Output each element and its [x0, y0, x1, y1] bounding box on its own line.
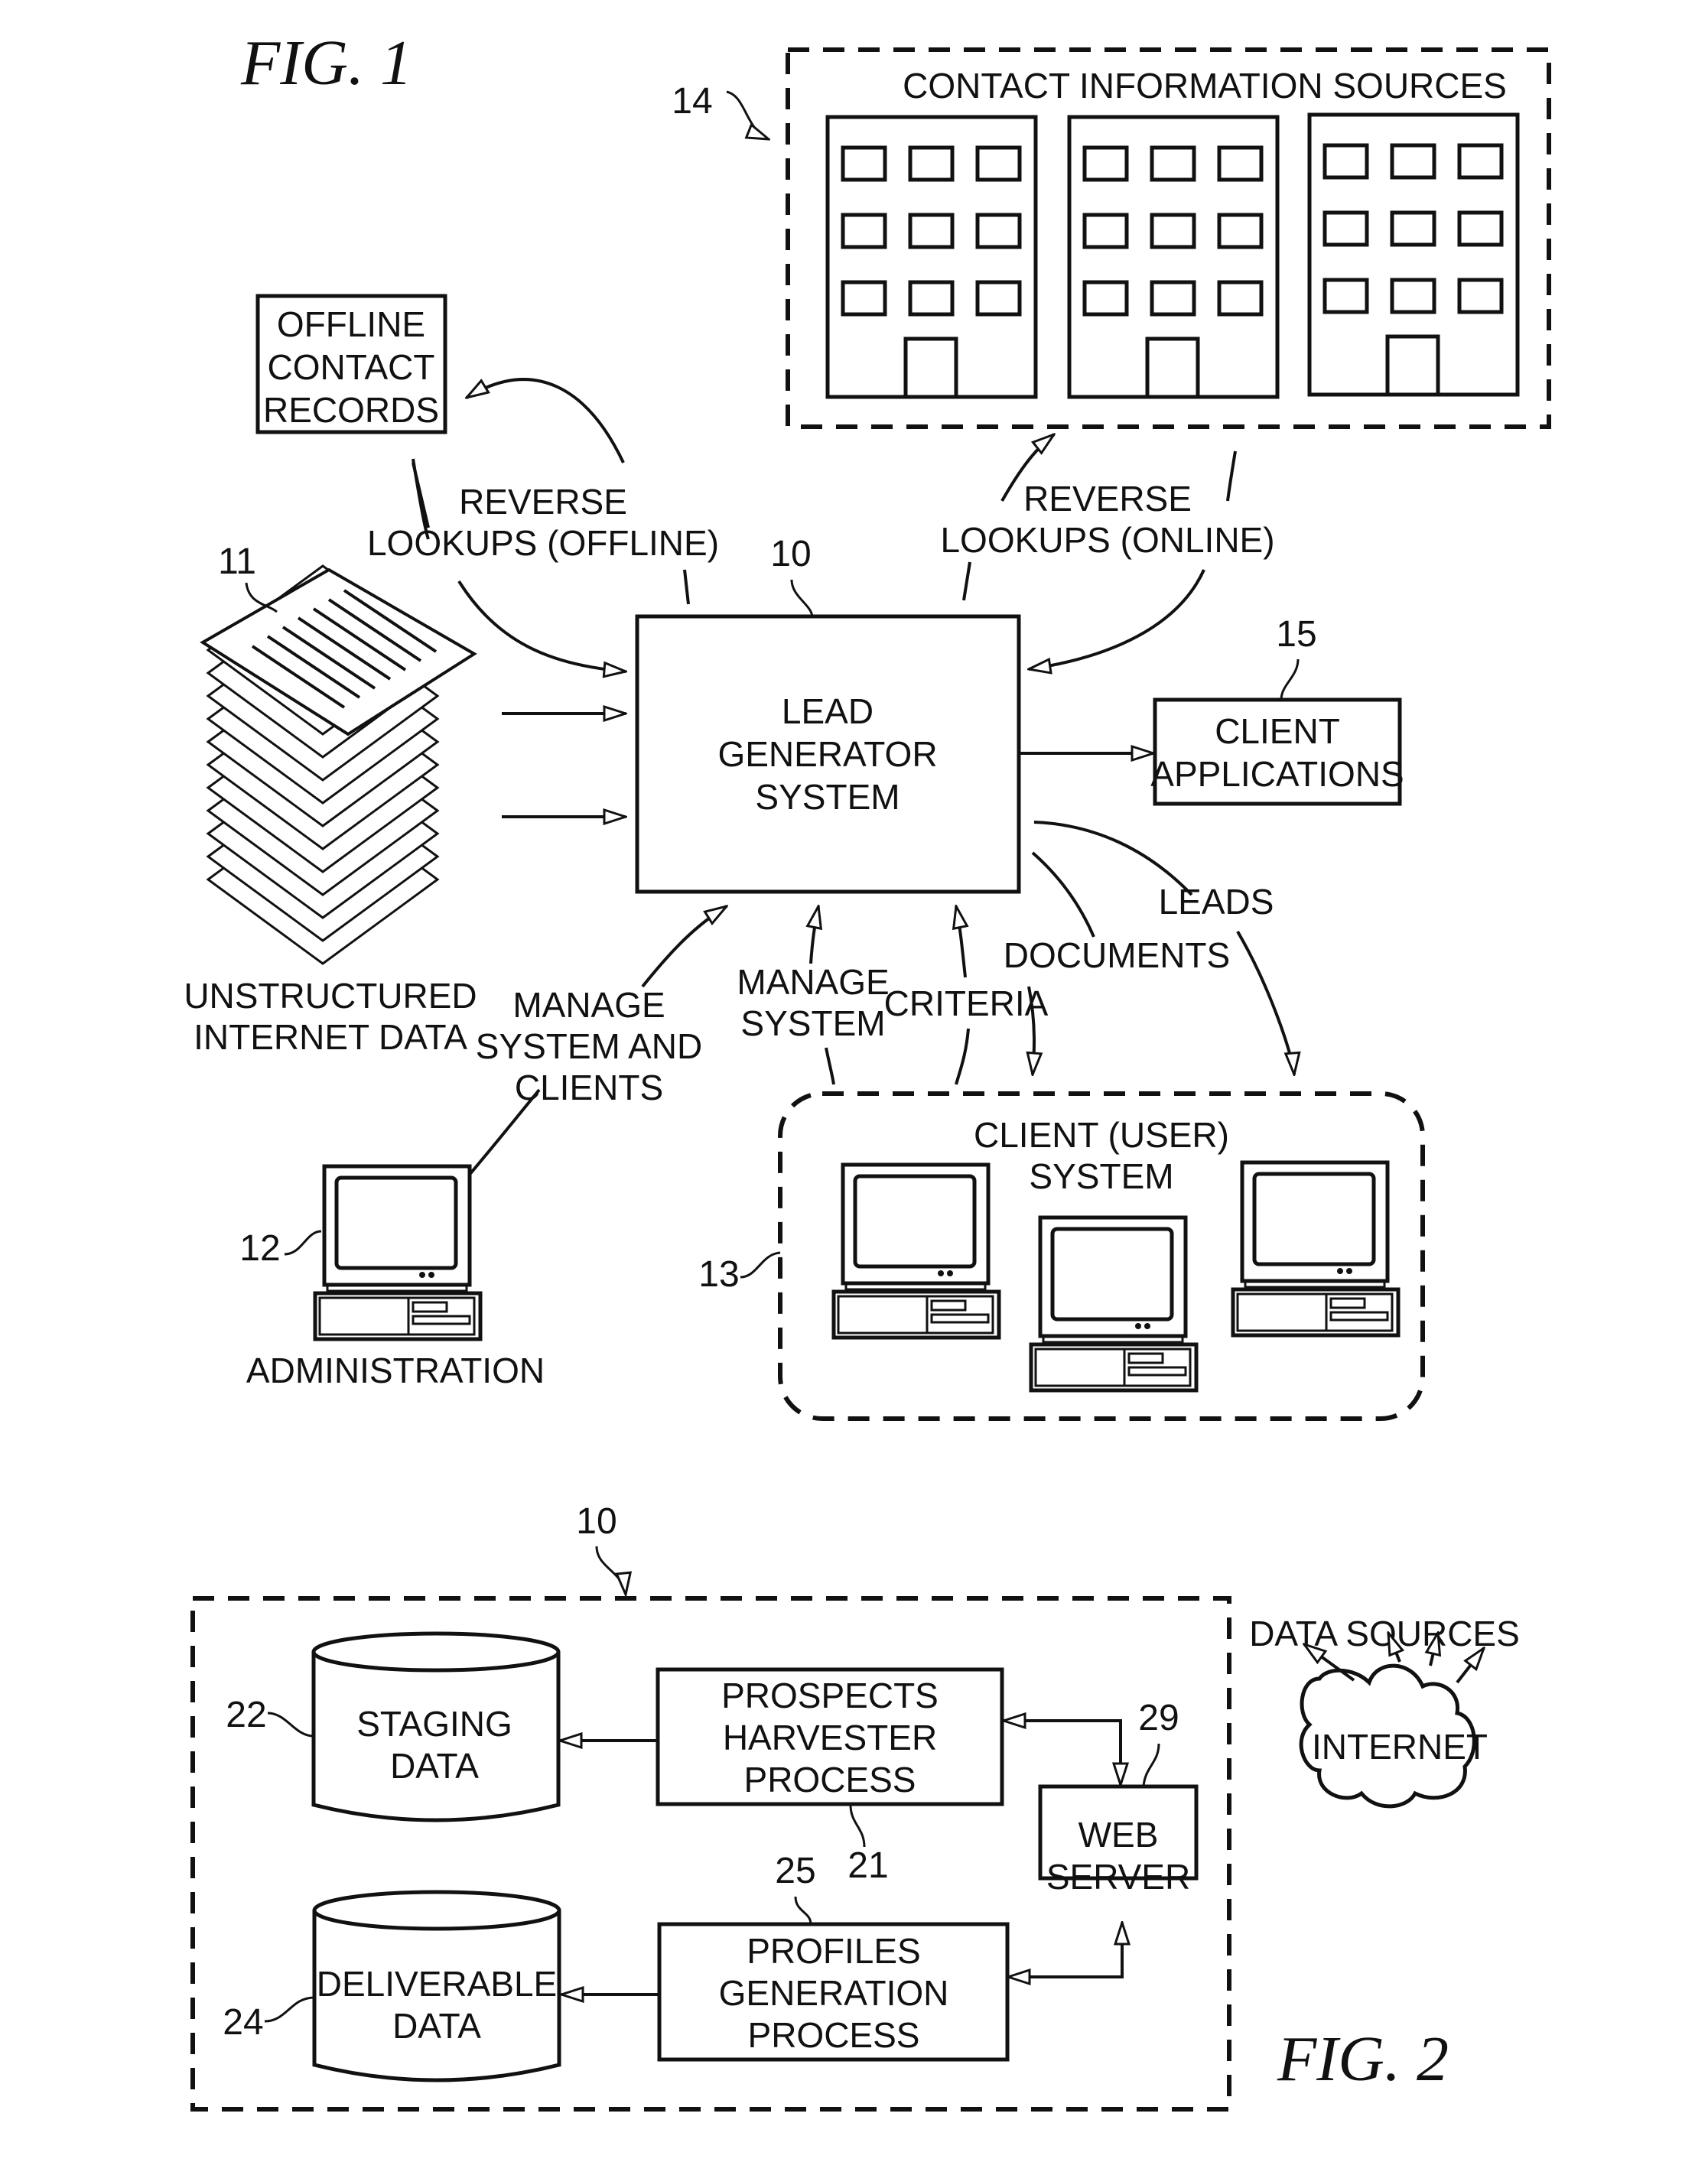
- ref-12: 12: [239, 1228, 280, 1269]
- offline-contact-records-box: OFFLINE CONTACT RECORDS: [255, 294, 447, 434]
- ref-10-fig2: 10: [576, 1501, 617, 1542]
- web-server-label: SERVER: [1046, 1857, 1190, 1897]
- reverse-online-label: REVERSE: [1023, 479, 1192, 519]
- staging-label: STAGING: [356, 1704, 512, 1744]
- client-computer-icon: [834, 1165, 999, 1338]
- offline-records-line: OFFLINE: [277, 304, 425, 344]
- administration-label: ADMINISTRATION: [246, 1351, 545, 1390]
- client-applications-box: CLIENT APPLICATIONS: [1150, 697, 1404, 806]
- patent-figures: FIG. 1 CONTACT INFORMATION SOURCES 14 OF…: [184, 28, 1551, 2112]
- documents-label: DOCUMENTS: [1004, 935, 1230, 975]
- lead-generator-line: LEAD: [782, 691, 874, 731]
- manage-clients-label: SYSTEM AND: [476, 1026, 703, 1066]
- ref-13: 13: [698, 1254, 739, 1295]
- lead-generator-line: GENERATOR: [717, 734, 937, 774]
- fig2-title: FIG. 2: [1277, 2024, 1449, 2095]
- data-sources-label: DATA SOURCES: [1249, 1614, 1520, 1653]
- ref-14: 14: [672, 81, 712, 122]
- internet-label: INTERNET: [1312, 1727, 1488, 1767]
- lead-generator-line: SYSTEM: [755, 777, 900, 817]
- contact-information-sources: CONTACT INFORMATION SOURCES: [786, 47, 1551, 429]
- staging-label: DATA: [390, 1746, 479, 1786]
- profiles-label: GENERATION: [719, 1973, 949, 2013]
- profiles-generation-box: PROFILES GENERATION PROCESS: [657, 1922, 1010, 2062]
- client-apps-line: CLIENT: [1215, 711, 1340, 751]
- prospects-harvester-box: PROSPECTS HARVESTER PROCESS: [656, 1667, 1004, 1806]
- client-apps-line: APPLICATIONS: [1150, 754, 1404, 794]
- deliverable-label: DELIVERABLE: [317, 1964, 557, 2004]
- staging-data-cylinder: STAGING DATA: [311, 1631, 561, 1822]
- ref-11: 11: [218, 541, 256, 582]
- ref-15: 15: [1276, 614, 1316, 655]
- unstructured-label: INTERNET DATA: [194, 1017, 467, 1057]
- client-user-system-group: CLIENT (USER) SYSTEM: [778, 1091, 1425, 1421]
- manage-clients-label: CLIENTS: [515, 1068, 663, 1107]
- unstructured-label: UNSTRUCTURED: [184, 976, 477, 1016]
- fig1-title: FIG. 1: [240, 28, 412, 99]
- ref-25: 25: [775, 1851, 815, 1891]
- building-icon: [828, 117, 1036, 397]
- profiles-label: PROFILES: [747, 1931, 921, 1971]
- client-system-label: CLIENT (USER): [974, 1115, 1229, 1155]
- reverse-online-label: LOOKUPS (ONLINE): [940, 520, 1274, 560]
- lead-generator-system-box: LEAD GENERATOR SYSTEM: [635, 614, 1021, 894]
- leads-label: LEADS: [1159, 882, 1274, 922]
- manage-system-label: MANAGE: [737, 962, 889, 1002]
- criteria-label: CRITERIA: [884, 983, 1049, 1023]
- client-computer-icon: [1233, 1162, 1398, 1335]
- web-server-label: WEB: [1078, 1815, 1159, 1855]
- offline-records-line: CONTACT: [268, 347, 435, 387]
- deliverable-label: DATA: [392, 2006, 481, 2046]
- manage-system-label: SYSTEM: [740, 1003, 885, 1043]
- manage-clients-label: MANAGE: [512, 985, 665, 1025]
- prospects-label: PROCESS: [744, 1760, 916, 1799]
- contact-sources-label: CONTACT INFORMATION SOURCES: [903, 66, 1507, 106]
- deliverable-data-cylinder: DELIVERABLE DATA: [312, 1890, 561, 2082]
- ref-29: 29: [1138, 1698, 1179, 1738]
- ref-24: 24: [223, 2002, 263, 2043]
- building-icon: [1069, 117, 1277, 397]
- building-icon: [1309, 115, 1518, 395]
- ref-22: 22: [226, 1695, 266, 1735]
- reverse-offline-label: REVERSE: [459, 482, 627, 522]
- ref-10: 10: [770, 534, 811, 574]
- client-computer-icon: [1031, 1218, 1196, 1390]
- ref-21: 21: [847, 1845, 888, 1886]
- admin-computer-icon: [315, 1166, 480, 1339]
- client-system-label: SYSTEM: [1029, 1156, 1173, 1196]
- prospects-label: PROSPECTS: [721, 1676, 939, 1715]
- offline-records-line: RECORDS: [263, 390, 439, 430]
- prospects-label: HARVESTER: [723, 1718, 937, 1757]
- reverse-offline-label: LOOKUPS (OFFLINE): [367, 523, 719, 563]
- web-server-box: WEB SERVER: [1038, 1784, 1199, 1897]
- unstructured-data-stack-icon: [200, 564, 477, 965]
- profiles-label: PROCESS: [748, 2015, 920, 2055]
